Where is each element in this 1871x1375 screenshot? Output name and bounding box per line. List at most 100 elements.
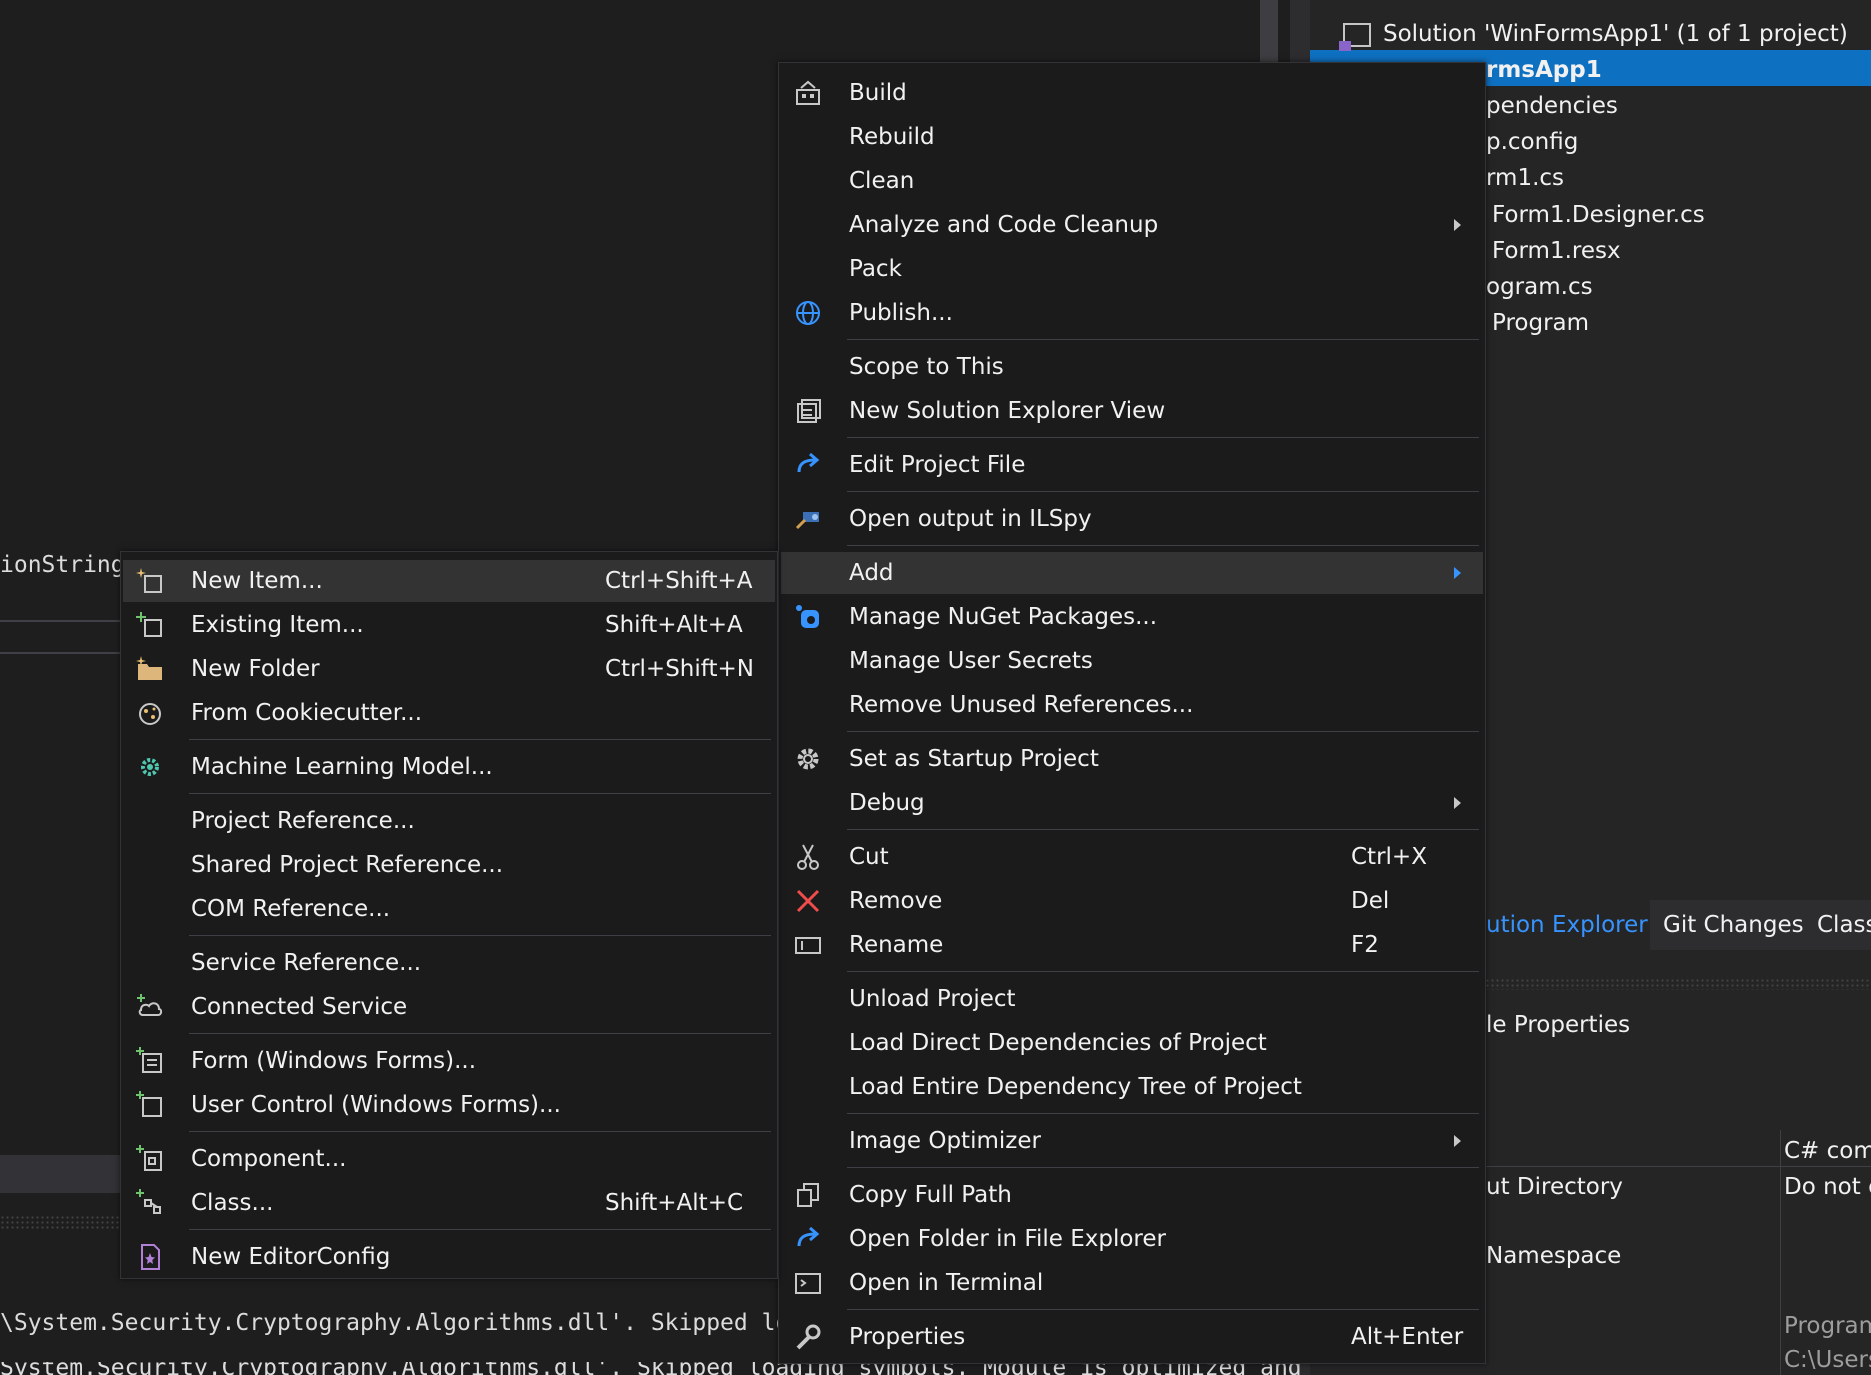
solution-icon [1339, 22, 1371, 51]
property-divider [1480, 1166, 1871, 1167]
new-view-icon [797, 399, 821, 423]
property-column-divider [1780, 1130, 1781, 1375]
menu-item-load-dependency-tree[interactable]: Load Entire Dependency Tree of Project [781, 1066, 1483, 1108]
menu-item-properties[interactable]: Properties Alt+Enter [781, 1316, 1483, 1358]
submenu-item-shared-project-reference[interactable]: Shared Project Reference... [123, 844, 775, 886]
component-icon [136, 1145, 162, 1171]
submenu-item-project-reference[interactable]: Project Reference... [123, 800, 775, 842]
nuget-icon [796, 605, 819, 628]
rename-icon [795, 937, 821, 954]
submenu-item-form[interactable]: Form (Windows Forms)... [123, 1040, 775, 1082]
property-value[interactable]: C# comp [1784, 1138, 1871, 1164]
redo-arrow-icon [797, 452, 820, 473]
properties-title: le Properties [1486, 1012, 1631, 1038]
submenu-item-ml-model[interactable]: Machine Learning Model... [123, 746, 775, 788]
submenu-item-service-reference[interactable]: Service Reference... [123, 942, 775, 984]
menu-separator [189, 1033, 771, 1034]
submenu-item-existing-item[interactable]: Existing Item... Shift+Alt+A [123, 604, 775, 646]
menu-item-manage-user-secrets[interactable]: Manage User Secrets [781, 640, 1483, 682]
project-node[interactable]: rmsApp1 [1486, 52, 1602, 88]
menu-item-clean[interactable]: Clean [781, 160, 1483, 202]
copy-icon [797, 1183, 819, 1207]
menu-item-unload-project[interactable]: Unload Project [781, 978, 1483, 1020]
property-value[interactable]: Program [1784, 1313, 1871, 1339]
new-folder-icon [136, 656, 162, 680]
tab-class-view[interactable]: Class [1817, 912, 1871, 938]
tree-item-app-config[interactable]: p.config [1486, 124, 1578, 160]
tree-item-form1-designer[interactable]: Form1.Designer.cs [1492, 197, 1705, 233]
editorconfig-icon [141, 1244, 160, 1270]
new-item-icon [136, 568, 162, 593]
menu-item-remove[interactable]: Remove Del [781, 880, 1483, 922]
submenu-arrow-icon [1454, 1135, 1461, 1147]
menu-item-open-folder[interactable]: Open Folder in File Explorer [781, 1218, 1483, 1260]
menu-item-analyze[interactable]: Analyze and Code Cleanup [781, 204, 1483, 246]
existing-item-icon [136, 612, 162, 637]
ml-model-icon [141, 758, 159, 776]
submenu-item-connected-service[interactable]: Connected Service [123, 986, 775, 1028]
menu-item-scope-to-this[interactable]: Scope to This [781, 346, 1483, 388]
user-control-icon [136, 1091, 162, 1117]
scissors-icon [797, 844, 819, 870]
menu-item-cut[interactable]: Cut Ctrl+X [781, 836, 1483, 878]
menu-item-load-direct-dependencies[interactable]: Load Direct Dependencies of Project [781, 1022, 1483, 1064]
gear-icon [797, 748, 819, 770]
menu-separator [847, 829, 1479, 830]
project-context-menu: Build Rebuild Clean Analyze and Code Cle… [778, 62, 1486, 1364]
menu-item-edit-project-file[interactable]: Edit Project File [781, 444, 1483, 486]
properties-grip[interactable] [1480, 978, 1871, 990]
menu-item-image-optimizer[interactable]: Image Optimizer [781, 1120, 1483, 1162]
connected-service-icon [137, 994, 163, 1016]
globe-icon [796, 301, 820, 325]
tree-item-program[interactable]: Program [1492, 305, 1589, 341]
menu-separator [189, 1131, 771, 1132]
submenu-item-cookiecutter[interactable]: From Cookiecutter... [123, 692, 775, 734]
submenu-item-component[interactable]: Component... [123, 1138, 775, 1180]
menu-item-pack[interactable]: Pack [781, 248, 1483, 290]
code-text: ionString [0, 552, 125, 578]
menu-item-new-solution-explorer-view[interactable]: New Solution Explorer View [781, 390, 1483, 432]
menu-item-rename[interactable]: Rename F2 [781, 924, 1483, 966]
property-value[interactable]: Do not c [1784, 1174, 1871, 1200]
editor-divider [0, 652, 125, 654]
editor-scrollbar[interactable] [1260, 0, 1278, 70]
submenu-item-new-editorconfig[interactable]: New EditorConfig [123, 1236, 775, 1278]
property-name: Namespace [1486, 1243, 1622, 1269]
menu-item-debug[interactable]: Debug [781, 782, 1483, 824]
submenu-item-class[interactable]: Class... Shift+Alt+C [123, 1182, 775, 1224]
menu-item-copy-full-path[interactable]: Copy Full Path [781, 1174, 1483, 1216]
submenu-item-com-reference[interactable]: COM Reference... [123, 888, 775, 930]
menu-separator [847, 1167, 1479, 1168]
redo-arrow-icon [797, 1226, 820, 1247]
menu-item-set-startup-project[interactable]: Set as Startup Project [781, 738, 1483, 780]
menu-item-open-terminal[interactable]: Open in Terminal [781, 1262, 1483, 1304]
menu-item-open-ilspy[interactable]: Open output in ILSpy [781, 498, 1483, 540]
menu-separator [189, 935, 771, 936]
tab-git-changes[interactable]: Git Changes [1663, 912, 1804, 938]
tree-item-dependencies[interactable]: pendencies [1486, 88, 1618, 124]
menu-item-manage-nuget[interactable]: Manage NuGet Packages... [781, 596, 1483, 638]
close-icon [796, 889, 820, 913]
menu-item-build[interactable]: Build [781, 72, 1483, 114]
class-icon [136, 1189, 161, 1214]
property-value[interactable]: C:\Users [1784, 1347, 1871, 1373]
panel-header [0, 1155, 125, 1193]
solution-node[interactable]: Solution 'WinFormsApp1' (1 of 1 project) [1339, 16, 1848, 52]
submenu-item-new-folder[interactable]: New Folder Ctrl+Shift+N [123, 648, 775, 690]
menu-item-add[interactable]: Add [781, 552, 1483, 594]
menu-separator [847, 545, 1479, 546]
ilspy-icon [795, 512, 819, 530]
tree-item-form1-resx[interactable]: Form1.resx [1492, 233, 1621, 269]
menu-item-publish[interactable]: Publish... [781, 292, 1483, 334]
menu-separator [847, 437, 1479, 438]
menu-item-remove-unused-references[interactable]: Remove Unused References... [781, 684, 1483, 726]
form-icon [136, 1047, 162, 1073]
submenu-item-user-control[interactable]: User Control (Windows Forms)... [123, 1084, 775, 1126]
tree-item-program-cs[interactable]: ogram.cs [1486, 269, 1593, 305]
menu-separator [189, 1229, 771, 1230]
tree-item-form1[interactable]: rm1.cs [1486, 160, 1564, 196]
submenu-item-new-item[interactable]: New Item... Ctrl+Shift+A [123, 560, 775, 602]
panel-grip[interactable] [0, 1215, 125, 1229]
menu-item-rebuild[interactable]: Rebuild [781, 116, 1483, 158]
tab-solution-explorer[interactable]: ution Explorer [1486, 912, 1648, 938]
